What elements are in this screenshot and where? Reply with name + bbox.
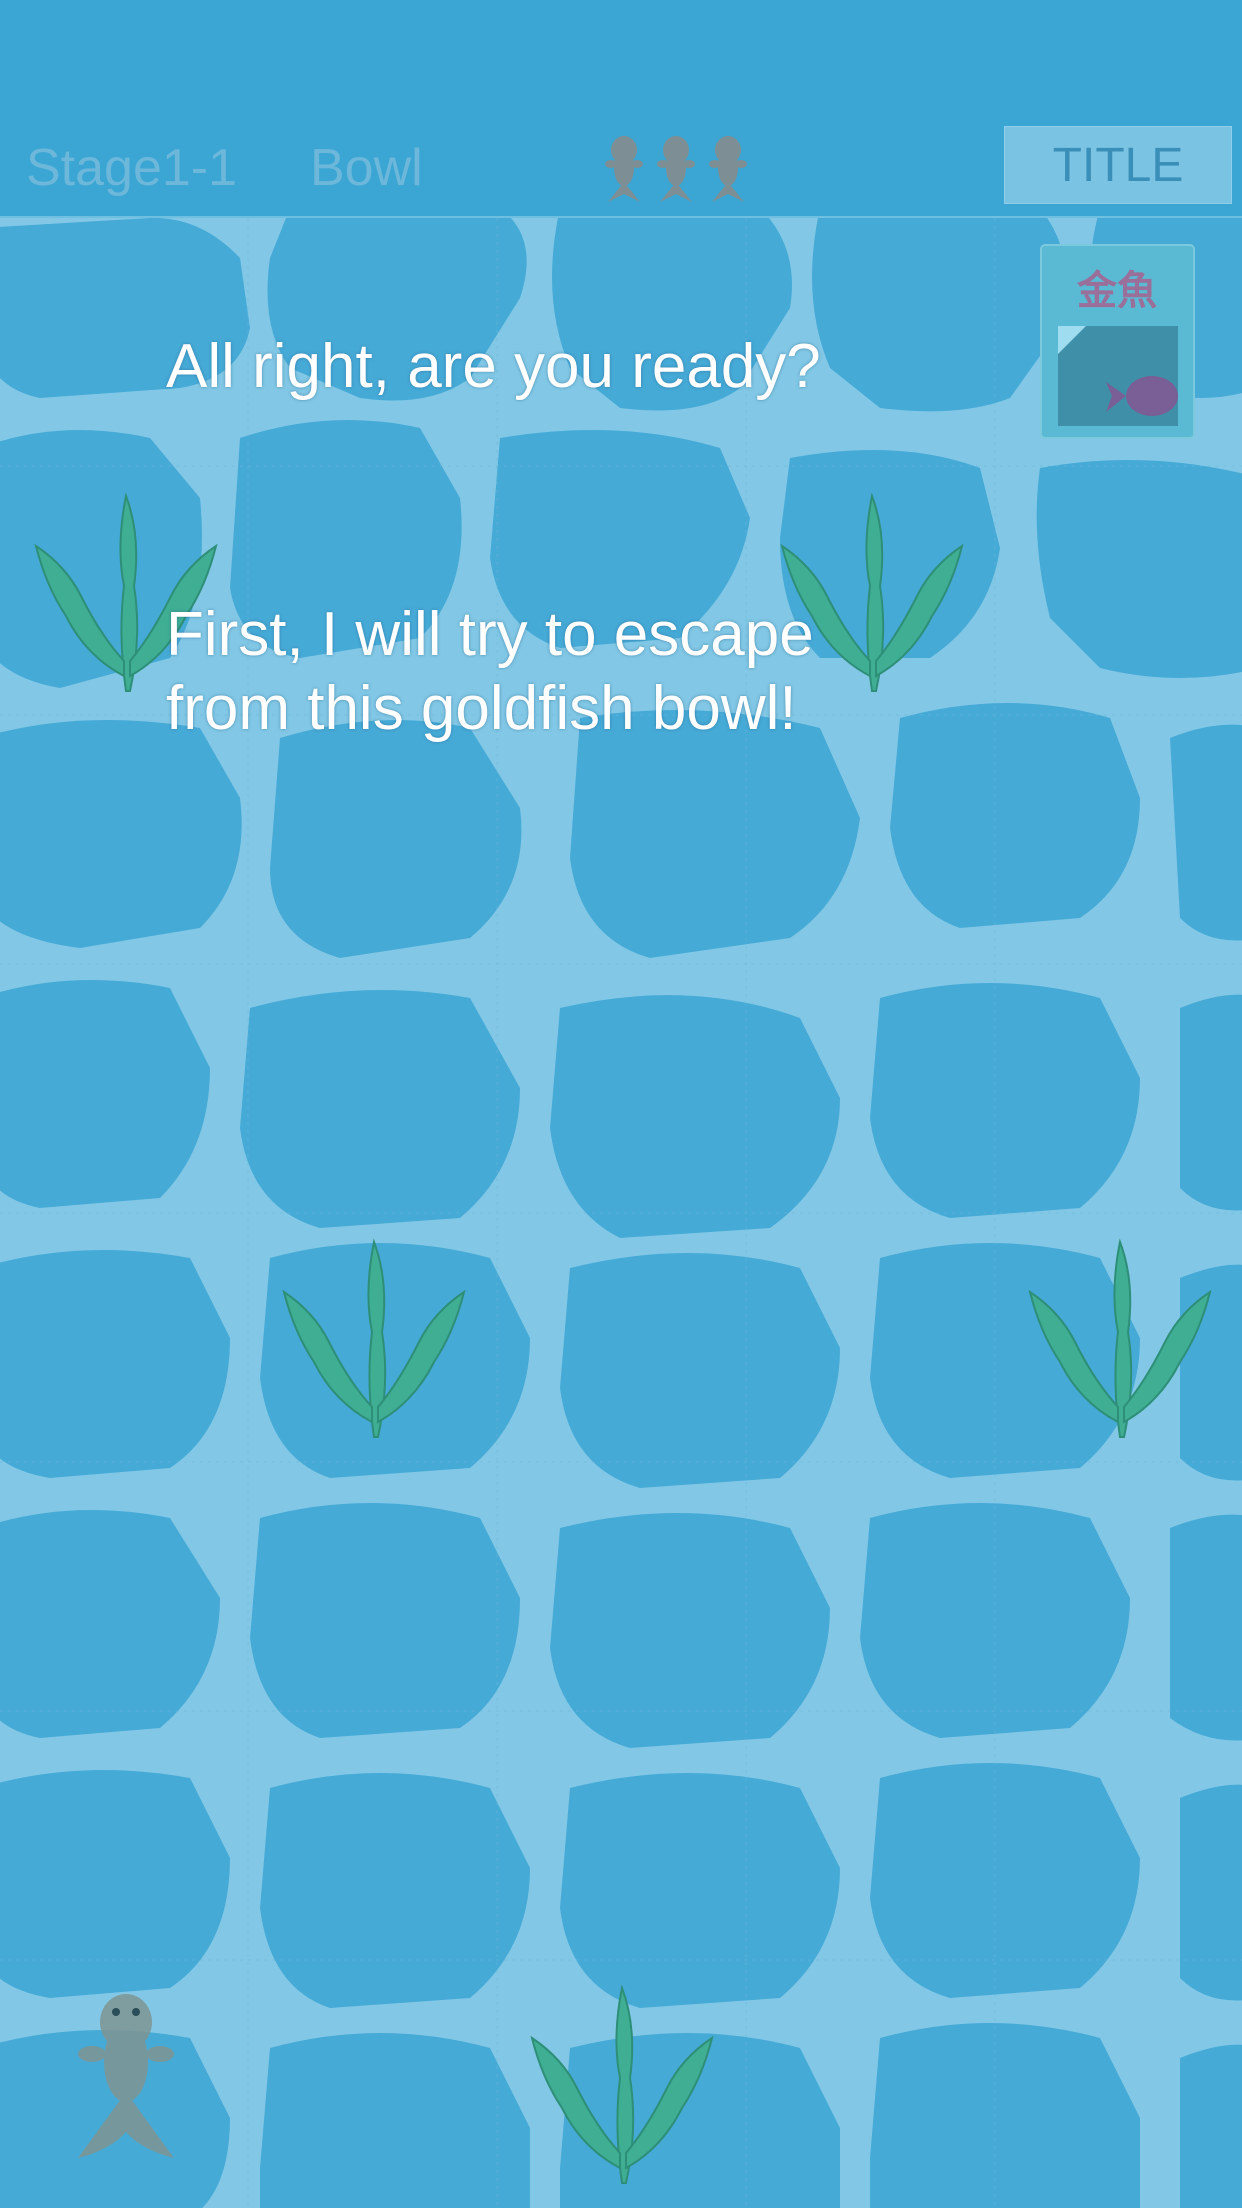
seaweed-icon — [530, 1984, 714, 2184]
badge-text: 金魚 — [1076, 268, 1157, 314]
goldfish-card-icon: 金魚 — [1040, 244, 1195, 439]
goldfish-life-icon — [605, 136, 643, 202]
player-goldfish — [78, 1994, 174, 2158]
seaweed-icon — [282, 1238, 466, 1438]
title-button[interactable]: TITLE — [1004, 126, 1232, 204]
location-label: Bowl — [310, 139, 423, 197]
goldfish-life-icon — [709, 136, 747, 202]
top-bar-divider — [0, 216, 1242, 218]
stage-label: Stage1-1 — [26, 139, 238, 197]
lives-indicator — [598, 128, 754, 204]
dialog-line-1: All right, are you ready? — [166, 332, 821, 401]
game-screen: Stage1-1 Bowl TITLE 金魚 All right, are yo… — [0, 0, 1242, 2208]
dialog-line-2: First, I will try to escape from this go… — [166, 600, 814, 743]
seaweed-icon — [1028, 1238, 1212, 1438]
goldfish-life-icon — [657, 136, 695, 202]
